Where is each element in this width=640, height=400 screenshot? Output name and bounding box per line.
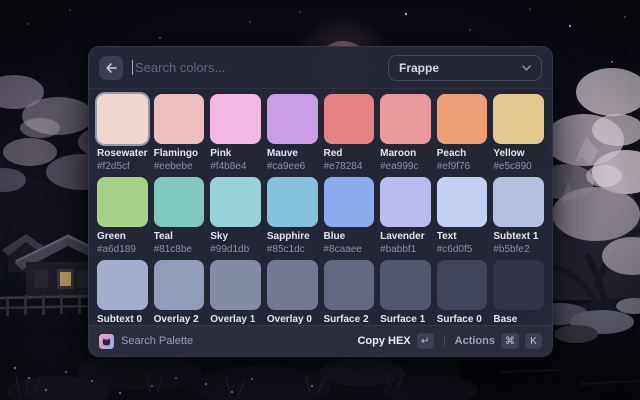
color-cell: Flamingo #eebebe (154, 94, 205, 173)
color-swatch[interactable] (154, 177, 205, 227)
color-swatch[interactable] (437, 177, 488, 227)
color-cell: Mauve #ca9ee6 (267, 94, 318, 173)
color-name: Red (324, 148, 375, 160)
color-name: Flamingo (154, 148, 205, 160)
footer-app-label: Search Palette (121, 335, 193, 347)
color-swatch[interactable] (210, 177, 261, 227)
color-swatch[interactable] (437, 94, 488, 144)
color-cell: Rosewater #f2d5cf (97, 94, 148, 173)
color-swatch[interactable] (97, 177, 148, 227)
color-hex: #b5bfe2 (493, 244, 544, 256)
color-swatch[interactable] (210, 260, 261, 310)
color-swatch[interactable] (210, 94, 261, 144)
color-hex: #e5c890 (493, 161, 544, 173)
color-swatch[interactable] (437, 260, 488, 310)
text-caret (132, 60, 133, 75)
color-name: Lavender (380, 231, 431, 243)
color-swatch[interactable] (267, 94, 318, 144)
color-name: Text (437, 231, 488, 243)
color-swatch[interactable] (380, 177, 431, 227)
color-swatch[interactable] (154, 94, 205, 144)
color-swatch[interactable] (493, 177, 544, 227)
color-swatch[interactable] (267, 260, 318, 310)
color-hex: #ca9ee6 (267, 161, 318, 173)
arrow-left-icon (106, 63, 117, 73)
copy-hex-action[interactable]: Copy HEX (357, 335, 410, 347)
color-swatch[interactable] (380, 260, 431, 310)
color-cell: Subtext 1 #b5bfe2 (493, 177, 544, 256)
color-cell: Red #e78284 (324, 94, 375, 173)
color-hex: #babbf1 (380, 244, 431, 256)
color-hex: #c6d0f5 (437, 244, 488, 256)
color-name: Peach (437, 148, 488, 160)
color-cell: Sapphire #85c1dc (267, 177, 318, 256)
color-name: Subtext 1 (493, 231, 544, 243)
color-swatch[interactable] (324, 260, 375, 310)
color-name: Maroon (380, 148, 431, 160)
color-swatch[interactable] (493, 260, 544, 310)
color-hex: #85c1dc (267, 244, 318, 256)
color-cell: Blue #8caaee (324, 177, 375, 256)
color-name: Green (97, 231, 148, 243)
color-hex: #99d1db (210, 244, 261, 256)
color-hex: #eebebe (154, 161, 205, 173)
search-field-wrap (132, 60, 379, 75)
footer-separator (444, 336, 445, 347)
color-cell: Teal #81c8be (154, 177, 205, 256)
color-hex: #81c8be (154, 244, 205, 256)
color-cell: Lavender #babbf1 (380, 177, 431, 256)
color-name: Teal (154, 231, 205, 243)
color-cell: Green #a6d189 (97, 177, 148, 256)
color-cell: Maroon #ea999c (380, 94, 431, 173)
color-hex: #e78284 (324, 161, 375, 173)
color-swatch[interactable] (97, 94, 148, 144)
color-palette-window: Frappe Rosewater #f2d5cf Flamingo #eebeb… (88, 46, 553, 357)
cmd-key-hint: ⌘ (501, 333, 519, 349)
window-header: Frappe (89, 47, 552, 89)
color-hex: #a6d189 (97, 244, 148, 256)
color-grid: Rosewater #f2d5cf Flamingo #eebebe Pink … (89, 89, 552, 339)
color-cell: Yellow #e5c890 (493, 94, 544, 173)
color-swatch[interactable] (97, 260, 148, 310)
color-hex: #f4b8e4 (210, 161, 261, 173)
color-name: Mauve (267, 148, 318, 160)
catppuccin-logo-icon (99, 334, 114, 349)
k-key-hint: K (525, 333, 542, 349)
color-swatch[interactable] (380, 94, 431, 144)
color-cell: Text #c6d0f5 (437, 177, 488, 256)
color-name: Sapphire (267, 231, 318, 243)
color-swatch[interactable] (154, 260, 205, 310)
window-footer: Search Palette Copy HEX ↵ Actions ⌘ K (89, 325, 552, 356)
actions-menu-action[interactable]: Actions (455, 335, 495, 347)
footer-actions: Copy HEX ↵ Actions ⌘ K (357, 333, 542, 349)
color-name: Rosewater (97, 148, 148, 160)
color-swatch[interactable] (324, 177, 375, 227)
color-hex: #8caaee (324, 244, 375, 256)
color-name: Yellow (493, 148, 544, 160)
color-swatch[interactable] (324, 94, 375, 144)
color-hex: #ef9f76 (437, 161, 488, 173)
color-name: Blue (324, 231, 375, 243)
color-hex: #ea999c (380, 161, 431, 173)
color-swatch[interactable] (493, 94, 544, 144)
enter-key-hint: ↵ (417, 333, 434, 349)
color-cell: Pink #f4b8e4 (210, 94, 261, 173)
color-hex: #f2d5cf (97, 161, 148, 173)
color-cell: Sky #99d1db (210, 177, 261, 256)
back-button[interactable] (99, 56, 123, 80)
color-name: Pink (210, 148, 261, 160)
color-name: Sky (210, 231, 261, 243)
chevron-down-icon (522, 65, 531, 71)
flavor-dropdown[interactable]: Frappe (388, 55, 542, 81)
color-swatch[interactable] (267, 177, 318, 227)
flavor-dropdown-value: Frappe (399, 61, 439, 75)
search-input[interactable] (135, 60, 379, 75)
color-cell: Peach #ef9f76 (437, 94, 488, 173)
